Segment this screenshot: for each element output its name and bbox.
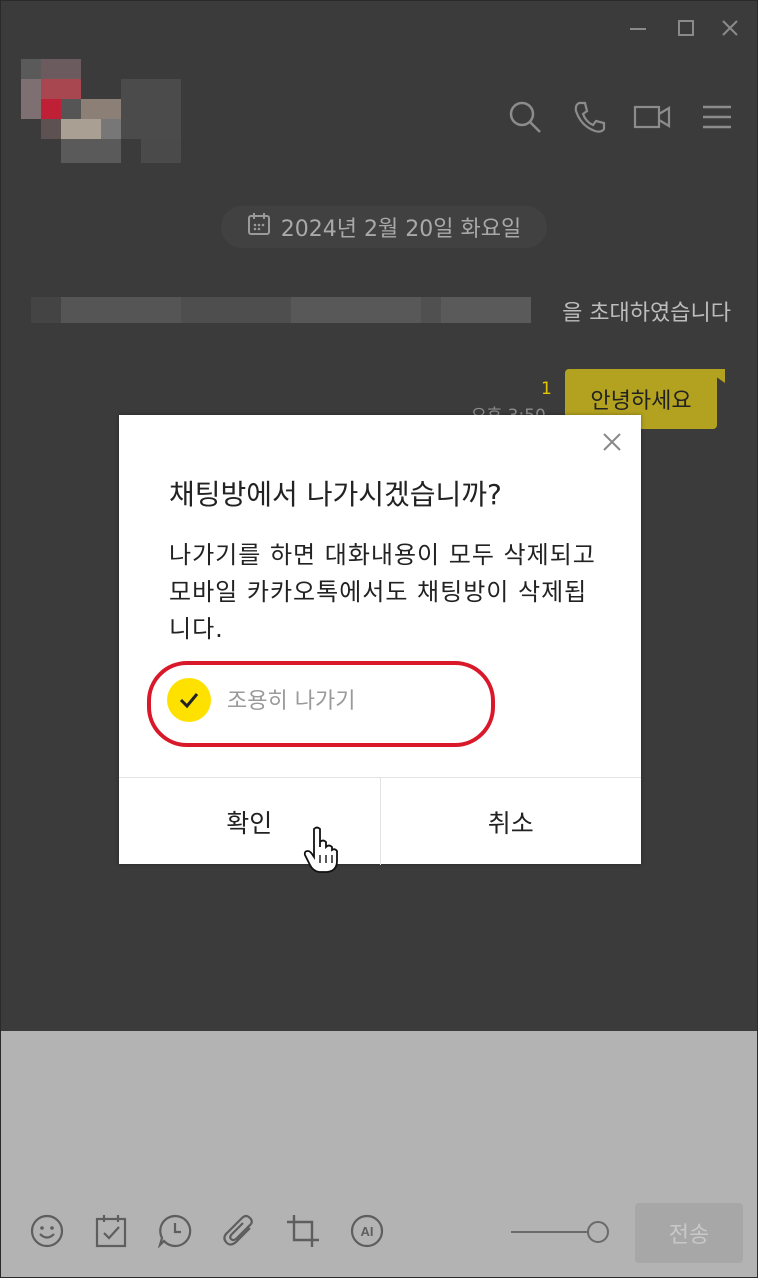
font-size-slider-track[interactable] (511, 1231, 595, 1233)
cancel-button[interactable]: 취소 (379, 778, 642, 865)
send-button-label: 전송 (668, 1223, 710, 1248)
message-text: 안녕하세요 (590, 389, 692, 414)
hand-pointer-cursor-icon (301, 825, 341, 875)
check-icon (179, 693, 199, 709)
dialog-footer: 확인 취소 (119, 777, 641, 865)
leave-chat-dialog: 채팅방에서 나가시겠습니까? 나가기를 하면 대화내용이 모두 삭제되고 모바일… (119, 415, 641, 865)
date-divider: 2024년 2월 20일 화요일 (221, 206, 547, 248)
profile-avatar[interactable] (21, 59, 181, 163)
svg-text:AI: AI (361, 1224, 374, 1239)
close-icon[interactable] (715, 13, 745, 43)
calendar-icon (247, 212, 271, 242)
video-call-icon[interactable] (633, 97, 673, 137)
emoji-icon[interactable] (29, 1213, 65, 1249)
clock-chat-icon[interactable] (157, 1213, 193, 1249)
unread-count: 1 (541, 379, 552, 399)
chat-window: 2024년 2월 20일 화요일 을 초대하였습니다 1 오후 3:50 안녕하… (0, 0, 758, 1278)
ai-icon[interactable]: AI (349, 1213, 385, 1249)
send-button[interactable]: 전송 (635, 1203, 743, 1263)
maximize-icon[interactable] (671, 13, 701, 43)
dialog-message: 나가기를 하면 대화내용이 모두 삭제되고 모바일 카카오톡에서도 채팅방이 삭… (169, 541, 596, 643)
cancel-button-label: 취소 (487, 808, 534, 838)
quiet-leave-label[interactable]: 조용히 나가기 (227, 683, 355, 715)
system-message-text: 을 초대하였습니다 (562, 301, 731, 326)
dialog-title: 채팅방에서 나가시겠습니까? (169, 478, 502, 511)
dialog-close-icon[interactable] (599, 429, 625, 455)
attachment-icon[interactable] (221, 1213, 257, 1249)
font-size-slider-handle[interactable] (587, 1221, 609, 1243)
search-icon[interactable] (505, 97, 545, 137)
minimize-icon[interactable] (623, 13, 653, 43)
system-message: 을 초대하였습니다 (31, 289, 731, 329)
phone-icon[interactable] (569, 97, 609, 137)
confirm-button-label: 확인 (226, 808, 273, 838)
crop-icon[interactable] (285, 1213, 321, 1249)
calendar-check-icon[interactable] (93, 1213, 129, 1249)
date-label: 2024년 2월 20일 화요일 (280, 217, 522, 242)
menu-icon[interactable] (697, 97, 737, 137)
quiet-leave-checkbox[interactable] (167, 678, 211, 722)
